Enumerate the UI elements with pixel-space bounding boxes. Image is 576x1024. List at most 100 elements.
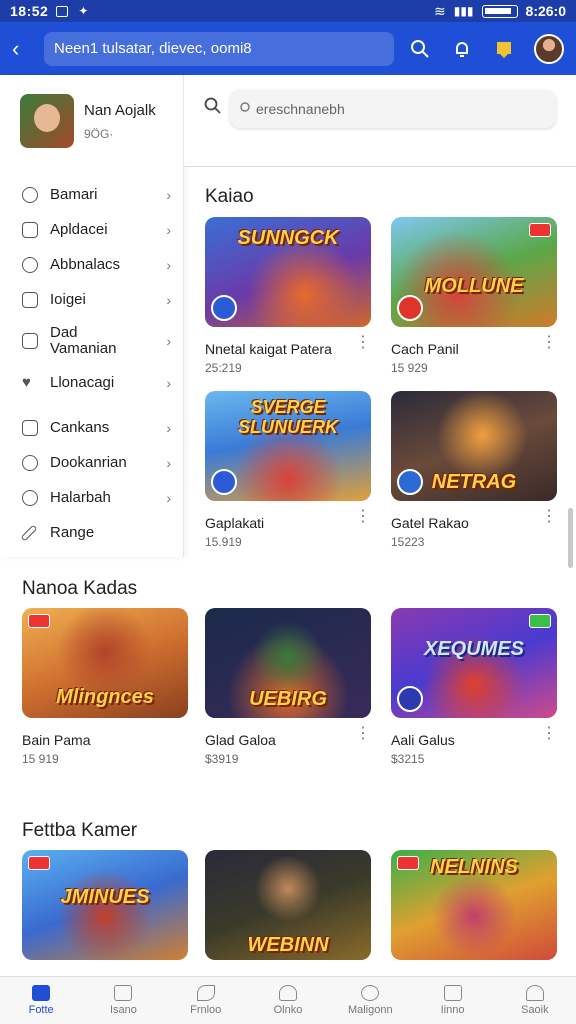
game-art-title: MOLLUNE <box>424 275 524 297</box>
drawer-item-llonacagi[interactable]: ♥ Llonacagi › <box>0 365 183 400</box>
game-name: Gaplakati <box>205 515 265 531</box>
game-card[interactable]: MOLLUNE Cach Panil 15 929 ⋮ <box>391 217 557 375</box>
circle-icon <box>361 985 380 1001</box>
tab-frnloo[interactable]: Frnloo <box>165 977 247 1024</box>
chevron-right-icon: › <box>166 374 171 391</box>
section-title-fettba-kamer: Fettba Kamer <box>22 820 138 841</box>
game-name: Glad Galoa <box>205 732 276 748</box>
pen-icon <box>20 524 38 541</box>
chevron-right-icon: › <box>166 489 171 506</box>
game-thumbnail: WEBINN <box>205 850 371 960</box>
notification-icon[interactable] <box>450 37 474 61</box>
tag-icon <box>529 614 551 628</box>
drawer-item-halarbah[interactable]: Halarbah › <box>0 480 183 515</box>
game-card[interactable]: NETRAG Gatel Rakao 15223 ⋮ <box>391 391 557 549</box>
more-options-icon[interactable]: ⋮ <box>541 726 557 742</box>
drawer-item-label: Range <box>50 524 95 541</box>
chevron-right-icon: › <box>166 221 171 238</box>
game-value: 15.919 <box>205 535 242 549</box>
person-icon <box>525 985 544 1001</box>
game-card[interactable]: SVERGE SLUNUERK Gaplakati 15.919 ⋮ <box>205 391 371 549</box>
game-card[interactable]: JMINUES <box>22 850 188 976</box>
drawer-item-label: Halarbah <box>50 489 111 506</box>
game-card[interactable]: UEBIRG Glad Galoa $3919 ⋮ <box>205 608 371 766</box>
heart-icon: ♥ <box>22 373 31 391</box>
star-icon: ✦ <box>78 4 89 18</box>
url-field[interactable]: Neen1 tulsatar, dievec, oomi8 <box>44 31 394 66</box>
drawer-item-range[interactable]: Range <box>0 515 183 550</box>
clock-icon <box>22 489 38 506</box>
profile-header[interactable]: Nan Aojalk 9ÖG· <box>0 75 183 153</box>
tab-fotte[interactable]: Fotte <box>0 977 82 1024</box>
drawer-item-dad-vamanian[interactable]: Dad Vamanian › <box>0 317 183 365</box>
game-value: 15223 <box>391 535 425 549</box>
game-thumbnail: UEBIRG <box>205 608 371 718</box>
home-icon <box>32 985 51 1001</box>
user-avatar[interactable] <box>534 33 564 64</box>
search-icon[interactable] <box>408 37 432 61</box>
game-art-title: UEBIRG <box>249 688 327 710</box>
game-value: $3919 <box>205 752 239 766</box>
more-options-icon[interactable]: ⋮ <box>541 509 557 525</box>
profile-avatar <box>20 94 74 148</box>
more-options-icon[interactable]: ⋮ <box>541 335 557 351</box>
tab-maligonn[interactable]: Maligonn <box>329 977 411 1024</box>
game-name: Bain Pama <box>22 732 91 748</box>
status-time: 18:52 <box>10 3 49 19</box>
tab-label: Saoik <box>521 1004 549 1016</box>
square-icon <box>22 333 38 349</box>
tab-label: Olnko <box>273 1004 303 1016</box>
drawer-item-bamari[interactable]: Bamari › <box>0 177 183 212</box>
tab-iinno[interactable]: Iinno <box>411 977 493 1024</box>
drawer-item-label: Ioigei <box>50 291 86 308</box>
game-card[interactable]: SUNNGCK Nnetal kaigat Patera 25:219 ⋮ <box>205 217 371 375</box>
more-options-icon[interactable]: ⋮ <box>355 726 371 742</box>
more-options-icon[interactable]: ⋮ <box>355 509 371 525</box>
leaf-icon <box>196 985 215 1001</box>
drawer-item-abbnalacs[interactable]: Abbnalacs › <box>0 247 183 282</box>
tab-isano[interactable]: Isano <box>82 977 164 1024</box>
game-art-title: Mlingnces <box>56 686 154 708</box>
profile-subtitle: 9ÖG· <box>84 126 114 141</box>
more-options-icon[interactable]: ⋮ <box>355 335 371 351</box>
scrollbar[interactable] <box>568 168 573 568</box>
bookmark-icon[interactable] <box>492 37 516 61</box>
folder-icon <box>22 419 38 436</box>
drawer-item-dookanrian[interactable]: Dookanrian › <box>0 445 183 480</box>
drawer-item-label: Dad Vamanian <box>50 324 117 357</box>
publisher-badge-icon <box>397 686 423 712</box>
tab-saoik[interactable]: Saoik <box>494 977 576 1024</box>
tab-label: Fotte <box>28 1004 54 1016</box>
game-thumbnail: SUNNGCK <box>205 217 371 327</box>
drawer-item-label: Apldacei <box>50 221 108 238</box>
game-card[interactable]: Mlingnces Bain Pama 15 919 <box>22 608 188 766</box>
drawer-menu: Bamari › Apldacei › Abbnalacs › Ioigei › Dad… <box>0 177 183 550</box>
tab-label: Iinno <box>440 1004 465 1016</box>
back-icon[interactable]: ‹ <box>12 36 36 62</box>
game-thumbnail: JMINUES <box>22 850 188 960</box>
search-input[interactable]: ereschnanebh <box>230 90 556 128</box>
game-card[interactable]: XEQUMES Aali Galus $3215 ⋮ <box>391 608 557 766</box>
search-placeholder: ereschnanebh <box>256 101 345 117</box>
search-icon <box>204 97 222 120</box>
game-value: 15 929 <box>391 361 428 375</box>
chat-icon <box>22 186 38 203</box>
drawer-item-cankans[interactable]: Cankans › <box>0 410 183 445</box>
game-card[interactable]: WEBINN <box>205 850 371 976</box>
scrollbar-thumb[interactable] <box>568 508 573 568</box>
tab-olnko[interactable]: Olnko <box>247 977 329 1024</box>
tag-icon <box>397 856 419 870</box>
tab-label: Isano <box>109 1004 137 1016</box>
signal-icon: ▮▮▮ <box>453 4 474 18</box>
battery-icon <box>481 4 518 18</box>
status-clock-right: 8:26:0 <box>525 3 566 19</box>
game-thumbnail: NELNINS <box>391 850 557 960</box>
drawer-item-label: Cankans <box>50 419 110 436</box>
tag-icon <box>28 614 50 628</box>
drawer-item-apldacei[interactable]: Apldacei › <box>0 212 183 247</box>
search-icon-inline <box>240 101 252 117</box>
triangle-icon <box>278 985 297 1001</box>
drawer-item-ioigei[interactable]: Ioigei › <box>0 282 183 317</box>
game-card[interactable]: NELNINS <box>391 850 557 976</box>
game-art-title: JMINUES <box>60 886 150 908</box>
